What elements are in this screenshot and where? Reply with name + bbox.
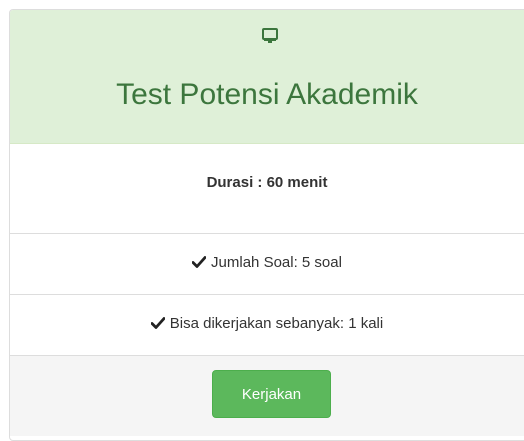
kerjakan-button[interactable]: Kerjakan <box>212 370 331 418</box>
duration-text: Durasi : 60 menit <box>206 174 328 191</box>
list-item: Bisa dikerjakan sebanyak: 1 kali <box>10 295 524 356</box>
check-icon <box>150 317 165 329</box>
attempts-text: Bisa dikerjakan sebanyak: 1 kali <box>169 315 384 332</box>
duration-row: Durasi : 60 menit <box>10 144 524 234</box>
list-item: Jumlah Soal: 5 soal <box>10 234 524 295</box>
card-footer: Kerjakan <box>10 356 524 436</box>
monitor-icon <box>262 28 278 43</box>
card-heading: Test Potensi Akademik <box>10 10 524 144</box>
check-icon <box>192 256 207 268</box>
card-title: Test Potensi Akademik <box>116 78 418 111</box>
test-card: Test Potensi Akademik Durasi : 60 menit … <box>9 9 524 441</box>
question-count-text: Jumlah Soal: 5 soal <box>211 254 342 271</box>
